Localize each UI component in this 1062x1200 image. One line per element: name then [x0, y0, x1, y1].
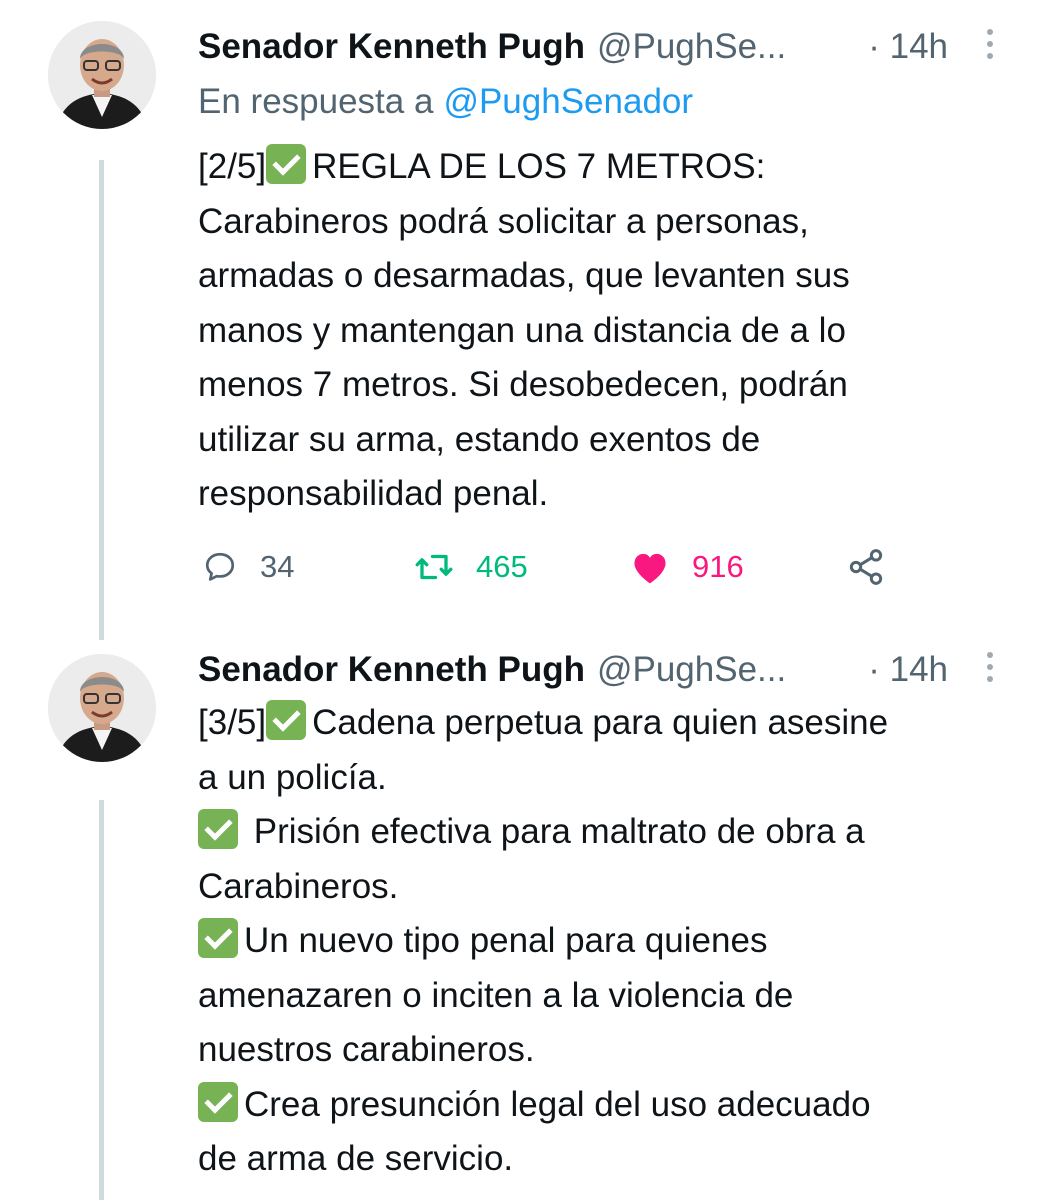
- check-mark-emoji-icon: [198, 1081, 238, 1122]
- reply-prefix: En respuesta a: [198, 82, 434, 121]
- tweet-3-of-5[interactable]: Senador Kenneth Pugh @PughSe... · 14h [3…: [0, 640, 1062, 1200]
- text-line: Carabineros podrá solicitar a personas,: [198, 201, 809, 241]
- check-mark-emoji-icon: [198, 918, 238, 958]
- thread-connector-line: [99, 160, 104, 640]
- thread-connector-line: [99, 800, 104, 1200]
- reply-count: 34: [260, 549, 295, 584]
- tweet-actions: 34 465 916: [198, 545, 898, 589]
- tweet-text: [3/5] Cadena perpetua para quien asesine …: [198, 696, 1038, 1187]
- retweet-arrows-icon: [415, 554, 453, 580]
- more-options-icon[interactable]: [984, 29, 996, 65]
- check-mark-emoji-icon: [266, 700, 307, 740]
- tweet-header: Senador Kenneth Pugh @PughSe... · 14h: [198, 25, 1032, 69]
- text-line: de arma de servicio.: [198, 1139, 514, 1178]
- text-line: amenazaren o inciten a la violencia de: [198, 975, 794, 1015]
- text-line: Prisión efectiva para maltrato de obra a: [198, 805, 1038, 860]
- author-handle[interactable]: @PughSe...: [597, 650, 786, 690]
- text-line: nuestros carabineros.: [198, 1030, 535, 1069]
- person-portrait-icon: [48, 654, 156, 762]
- reply-bubble-icon: [205, 552, 235, 581]
- retweet-count: 465: [476, 549, 528, 584]
- text-line: utilizar su arma, estando exentos de: [198, 419, 761, 459]
- person-portrait-icon: [48, 21, 156, 129]
- share-icon: [849, 549, 883, 585]
- author-display-name[interactable]: Senador Kenneth Pugh: [198, 27, 585, 67]
- author-handle[interactable]: @PughSe...: [597, 27, 786, 67]
- text-line: responsabilidad penal.: [198, 474, 549, 513]
- text-line: manos y mantengan una distancia de a lo: [198, 310, 846, 350]
- text-line: menos 7 metros. Si desobedecen, podrán: [198, 365, 848, 404]
- author-display-name[interactable]: Senador Kenneth Pugh: [198, 650, 585, 690]
- text-line: Carabineros.: [198, 866, 399, 906]
- tweet-text: [2/5] REGLA DE LOS 7 METROS: Carabineros …: [198, 140, 1038, 522]
- tweet-timestamp[interactable]: · 14h: [868, 650, 948, 690]
- more-options-icon[interactable]: [984, 652, 996, 688]
- text-line: [3/5] Cadena perpetua para quien asesine: [198, 696, 1038, 751]
- like-button[interactable]: 916: [630, 545, 744, 589]
- text-line: [2/5] REGLA DE LOS 7 METROS:: [198, 140, 1038, 195]
- reply-context: En respuesta a @PughSenador: [198, 82, 693, 122]
- heart-icon: [634, 553, 666, 584]
- check-mark-emoji-icon: [198, 809, 238, 849]
- tweet-2-of-5[interactable]: Senador Kenneth Pugh @PughSe... · 14h En…: [0, 0, 1062, 640]
- tweet-timestamp[interactable]: · 14h: [868, 27, 948, 67]
- text-line: a un policía.: [198, 757, 387, 797]
- tweet-header: Senador Kenneth Pugh @PughSe... · 14h: [198, 648, 1032, 692]
- reply-button[interactable]: 34: [202, 545, 294, 589]
- text-line: Crea presunción legal del uso adecuado: [198, 1078, 1038, 1133]
- share-button[interactable]: [846, 545, 886, 589]
- text-line: armadas o desarmadas, que levanten sus: [198, 256, 850, 295]
- text-line: Un nuevo tipo penal para quienes: [198, 914, 1038, 969]
- check-mark-emoji-icon: [266, 144, 307, 184]
- reply-handle-link[interactable]: @PughSenador: [443, 82, 693, 121]
- author-avatar[interactable]: [48, 654, 156, 762]
- author-avatar[interactable]: [48, 21, 156, 129]
- like-count: 916: [692, 549, 744, 584]
- retweet-button[interactable]: 465: [414, 545, 528, 589]
